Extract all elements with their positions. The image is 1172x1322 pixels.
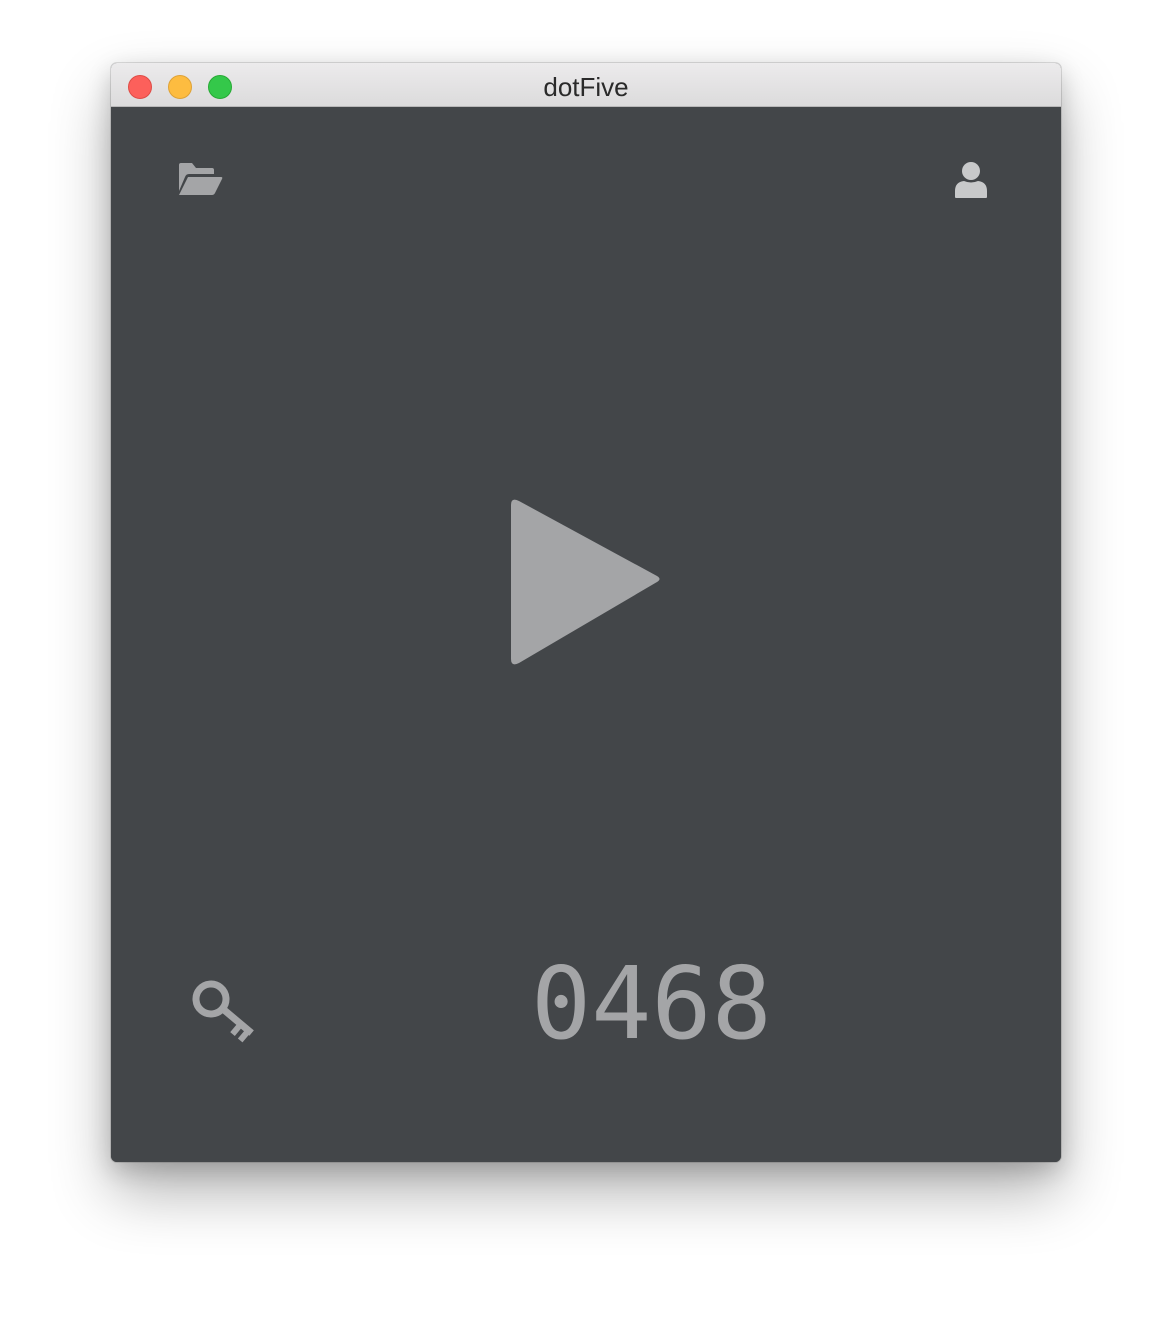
title-bar[interactable]: dotFive xyxy=(111,63,1061,107)
window-title: dotFive xyxy=(543,72,629,102)
key-icon[interactable] xyxy=(191,979,263,1045)
counter-display: 0468 xyxy=(531,945,772,1062)
app-window: dotFive 0468 xyxy=(111,63,1061,1162)
play-icon[interactable] xyxy=(507,497,663,667)
folder-open-icon[interactable] xyxy=(177,161,223,197)
user-icon[interactable] xyxy=(953,161,989,199)
main-content: 0468 xyxy=(111,107,1061,1162)
